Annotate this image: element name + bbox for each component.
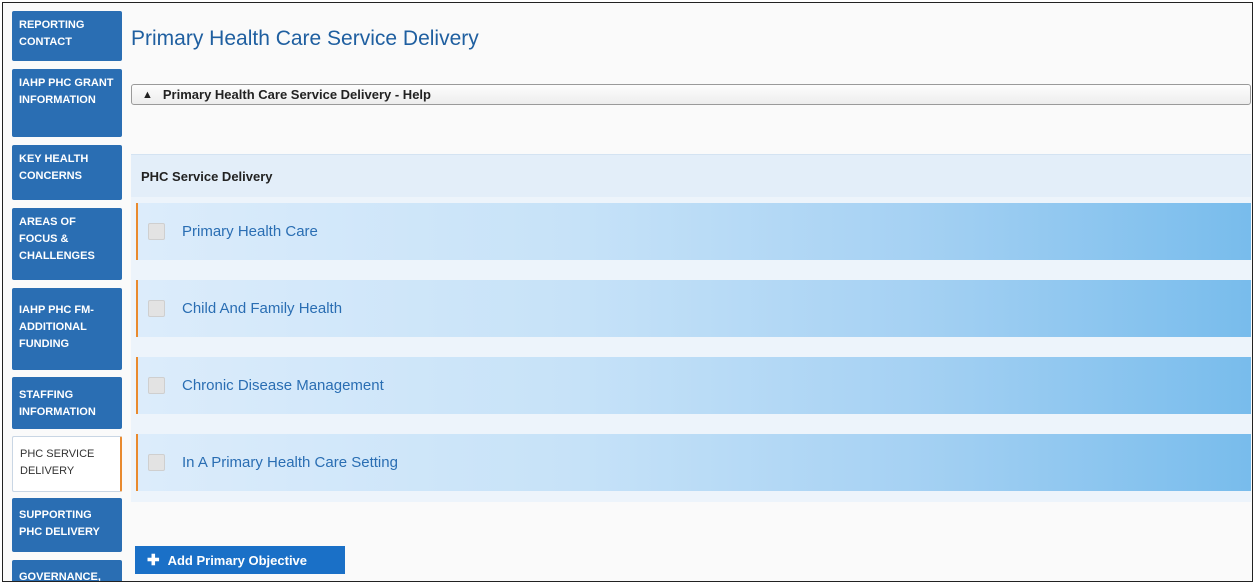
sidebar-item-label: REPORTING CONTACT: [19, 19, 85, 48]
sidebar-item-label: AREAS OF FOCUS & CHALLENGES: [19, 216, 95, 262]
sidebar-item-phc-service-delivery[interactable]: PHC SERVICE DELIVERY: [12, 436, 122, 492]
sidebar-item-label: SUPPORTING PHC DELIVERY: [19, 509, 100, 538]
sidebar-item-label: STAFFING INFORMATION: [19, 389, 96, 418]
service-delivery-section: PHC Service Delivery Primary Health Care…: [131, 154, 1251, 502]
service-checkbox[interactable]: [148, 223, 165, 240]
sidebar-item-key-health-concerns[interactable]: KEY HEALTH CONCERNS: [12, 145, 122, 200]
sidebar-nav: REPORTING CONTACT IAHP PHC GRANT INFORMA…: [12, 11, 122, 582]
help-accordion-label: Primary Health Care Service Delivery - H…: [162, 87, 431, 102]
service-row-label: In A Primary Health Care Setting: [182, 454, 398, 471]
service-row-label: Chronic Disease Management: [182, 377, 384, 394]
add-primary-objective-button[interactable]: ✚ Add Primary Objective: [135, 546, 345, 574]
sidebar-item-label: GOVERNANCE, LEADERSHIP &: [19, 571, 101, 582]
service-row-child-family-health[interactable]: Child And Family Health: [136, 280, 1251, 337]
sidebar-item-governance[interactable]: GOVERNANCE, LEADERSHIP &: [12, 560, 122, 582]
sidebar-item-areas-of-focus[interactable]: AREAS OF FOCUS & CHALLENGES: [12, 208, 122, 280]
sidebar-item-supporting-phc-delivery[interactable]: SUPPORTING PHC DELIVERY: [12, 498, 122, 552]
sidebar-item-grant-information[interactable]: IAHP PHC GRANT INFORMATION: [12, 69, 122, 137]
sidebar-item-staffing-information[interactable]: STAFFING INFORMATION: [12, 377, 122, 429]
main-content: Primary Health Care Service Delivery ▲ P…: [130, 3, 1252, 581]
service-checkbox[interactable]: [148, 377, 165, 394]
chevron-up-icon: ▲: [142, 88, 153, 101]
sidebar-item-label: PHC SERVICE DELIVERY: [20, 448, 95, 477]
service-row-label: Child And Family Health: [182, 300, 343, 317]
sidebar-item-label: IAHP PHC GRANT INFORMATION: [19, 77, 114, 106]
section-header: PHC Service Delivery: [131, 154, 1251, 197]
sidebar-item-additional-funding[interactable]: IAHP PHC FM-ADDITIONAL FUNDING: [12, 288, 122, 370]
help-accordion-toggle[interactable]: ▲ Primary Health Care Service Delivery -…: [131, 84, 1251, 105]
page-title: Primary Health Care Service Delivery: [131, 27, 479, 50]
app-frame: REPORTING CONTACT IAHP PHC GRANT INFORMA…: [2, 2, 1253, 582]
add-button-label: Add Primary Objective: [167, 552, 308, 568]
service-row-phc-setting[interactable]: In A Primary Health Care Setting: [136, 434, 1251, 491]
service-row-label: Primary Health Care: [182, 223, 318, 240]
service-checkbox[interactable]: [148, 454, 165, 471]
service-row-chronic-disease-management[interactable]: Chronic Disease Management: [136, 357, 1251, 414]
service-row-primary-health-care[interactable]: Primary Health Care: [136, 203, 1251, 260]
sidebar-item-reporting-contact[interactable]: REPORTING CONTACT: [12, 11, 122, 61]
sidebar-item-label: KEY HEALTH CONCERNS: [19, 153, 89, 182]
sidebar-item-label: IAHP PHC FM-ADDITIONAL FUNDING: [19, 304, 94, 350]
plus-icon: ✚: [147, 552, 160, 569]
service-checkbox[interactable]: [148, 300, 165, 317]
